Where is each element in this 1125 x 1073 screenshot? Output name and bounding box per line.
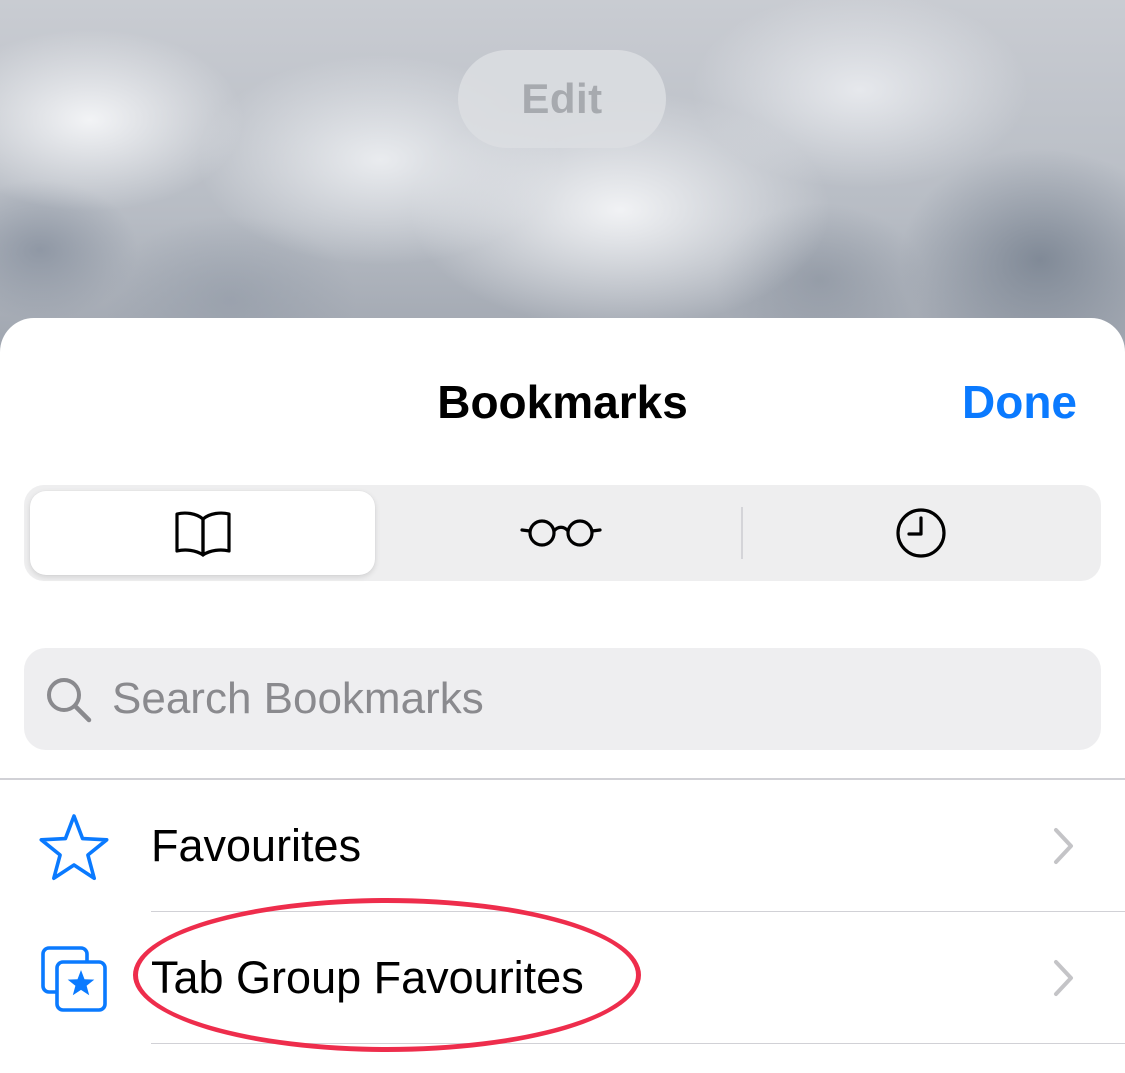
edit-button[interactable]: Edit [458, 50, 666, 148]
chevron-right-icon [1054, 828, 1073, 864]
done-button[interactable]: Done [962, 374, 1077, 430]
segment-history[interactable] [748, 491, 1093, 575]
chevron-right-icon [1054, 960, 1073, 996]
segment-divider [741, 507, 743, 559]
row-separator [151, 1042, 1125, 1044]
bookmarks-sheet: Bookmarks Done Search Bookmarks Favourit… [0, 318, 1125, 1073]
search-placeholder: Search Bookmarks [112, 674, 484, 723]
search-icon [47, 678, 92, 723]
search-bookmarks-field[interactable]: Search Bookmarks [24, 648, 1101, 750]
star-icon [39, 814, 109, 881]
tab-group-star-icon [41, 946, 107, 1012]
book-icon [174, 511, 231, 557]
segment-bookmarks[interactable] [30, 491, 375, 575]
list-item-label: Favourites [151, 820, 362, 871]
list-item-tab-group-favourites[interactable]: Tab Group Favourites [0, 912, 1125, 1044]
bookmarks-segmented-control [24, 485, 1101, 581]
list-item-favourites[interactable]: Favourites [0, 780, 1125, 912]
clock-icon [895, 508, 946, 558]
segment-reading-list[interactable] [388, 491, 733, 575]
sheet-title: Bookmarks [437, 376, 688, 428]
glasses-icon [519, 519, 602, 547]
list-item-label: Tab Group Favourites [151, 952, 584, 1003]
